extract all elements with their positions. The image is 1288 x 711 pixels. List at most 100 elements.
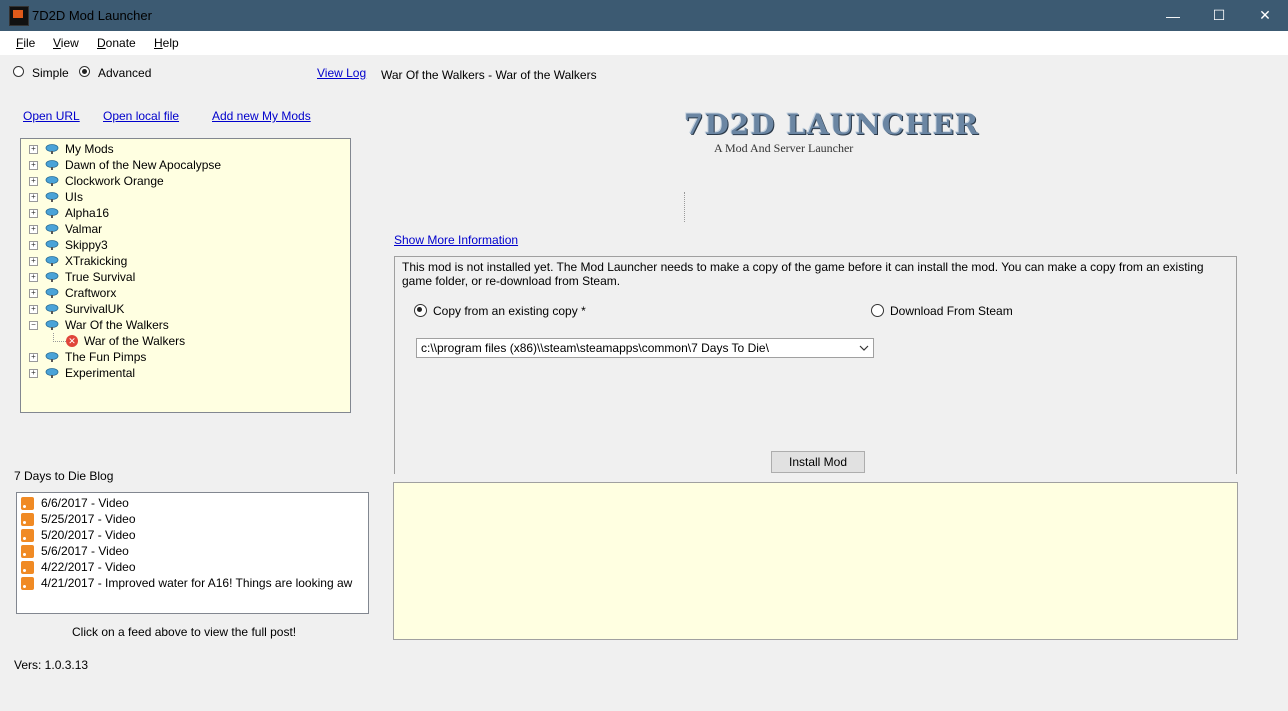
tree-item-label: Valmar — [65, 222, 103, 236]
tree-item-label: SurvivalUK — [65, 302, 125, 316]
tree-item-label: My Mods — [65, 142, 114, 156]
blog-item-label: 4/21/2017 - Improved water for A16! Thin… — [41, 576, 353, 590]
expand-icon[interactable]: + — [29, 257, 38, 266]
mod-tree[interactable]: + My Mods + Dawn of the New Apocalypse + Cloc… — [20, 138, 351, 413]
network-icon — [45, 175, 59, 186]
download-steam-label[interactable]: Download From Steam — [890, 304, 1013, 318]
expand-icon[interactable]: + — [29, 209, 38, 218]
open-local-file-link[interactable]: Open local file — [103, 109, 179, 123]
logo-subtitle: A Mod And Server Launcher — [714, 141, 854, 155]
tree-item-label: War of the Walkers — [84, 334, 186, 348]
tree-item-label: Experimental — [65, 366, 136, 380]
expand-icon[interactable]: + — [29, 161, 38, 170]
rss-icon — [21, 561, 34, 574]
tree-item-label: The Fun Pimps — [65, 350, 147, 364]
network-icon — [45, 239, 59, 250]
launcher-logo: 7D2D LAUNCHER — [684, 108, 980, 141]
tree-item-label: Clockwork Orange — [65, 174, 164, 188]
network-icon — [45, 287, 59, 298]
menu-view[interactable]: View — [53, 36, 79, 50]
download-steam-radio[interactable] — [871, 304, 884, 317]
network-icon — [45, 351, 59, 362]
advanced-label[interactable]: Advanced — [98, 66, 151, 80]
simple-radio[interactable] — [13, 66, 24, 77]
blog-hint: Click on a feed above to view the full p… — [72, 625, 297, 639]
maximize-icon: ☐ — [1212, 7, 1226, 23]
menu-donate[interactable]: Donate — [97, 36, 136, 50]
network-icon — [45, 207, 59, 218]
expand-icon[interactable]: + — [29, 353, 38, 362]
tree-item-label: Craftworx — [65, 286, 117, 300]
chevron-down-icon — [859, 339, 869, 362]
network-icon — [45, 143, 59, 154]
blog-item-label: 5/20/2017 - Video — [41, 528, 136, 542]
app-icon — [9, 6, 29, 26]
menu-bar — [0, 31, 1288, 55]
tree-item-label: True Survival — [65, 270, 136, 284]
copy-existing-label[interactable]: Copy from an existing copy * — [433, 304, 586, 318]
close-button[interactable]: ✕ — [1242, 0, 1288, 31]
install-message: This mod is not installed yet. The Mod L… — [402, 260, 1204, 288]
blog-item-label: 6/6/2017 - Video — [41, 496, 129, 510]
network-icon — [45, 319, 59, 330]
collapse-icon[interactable]: − — [29, 321, 38, 330]
simple-label[interactable]: Simple — [32, 66, 69, 80]
expand-icon[interactable]: + — [29, 145, 38, 154]
show-more-information-link[interactable]: Show More Information — [394, 233, 518, 247]
tree-item-label: Alpha16 — [65, 206, 110, 220]
game-path-select[interactable]: c:\\program files (x86)\\steam\steamapps… — [416, 338, 874, 358]
rss-icon — [21, 577, 34, 590]
blog-list[interactable]: 6/6/2017 - Video 5/25/2017 - Video 5/20/20… — [16, 492, 369, 614]
tree-item-label: Dawn of the New Apocalypse — [65, 158, 222, 172]
expand-icon[interactable]: + — [29, 225, 38, 234]
expand-icon[interactable]: + — [29, 305, 38, 314]
add-new-my-mods-link[interactable]: Add new My Mods — [212, 109, 311, 123]
open-url-link[interactable]: Open URL — [23, 109, 80, 123]
tree-item-label: Skippy3 — [65, 238, 108, 252]
expand-icon[interactable]: + — [29, 273, 38, 282]
blog-item-label: 5/25/2017 - Video — [41, 512, 136, 526]
menu-file[interactable]: File — [16, 36, 35, 50]
expand-icon[interactable]: + — [29, 193, 38, 202]
expand-icon[interactable]: + — [29, 369, 38, 378]
close-icon: ✕ — [1259, 7, 1271, 23]
expand-icon[interactable]: + — [29, 289, 38, 298]
network-icon — [45, 223, 59, 234]
tree-item-label: UIs — [65, 190, 83, 204]
version-label: Vers: 1.0.3.13 — [14, 658, 89, 672]
rss-icon — [21, 529, 34, 542]
rss-icon — [21, 545, 34, 558]
rss-icon — [21, 497, 34, 510]
selected-mod-title: War Of the Walkers - War of the Walkers — [381, 68, 597, 82]
network-icon — [45, 303, 59, 314]
network-icon — [45, 255, 59, 266]
error-icon: ✕ — [66, 335, 78, 347]
install-panel — [394, 256, 1237, 474]
network-icon — [45, 159, 59, 170]
tree-connector — [53, 333, 66, 342]
expand-icon[interactable]: + — [29, 177, 38, 186]
title-bar — [0, 0, 1288, 31]
blog-heading: 7 Days to Die Blog — [14, 469, 114, 483]
network-icon — [45, 191, 59, 202]
view-log-link[interactable]: View Log — [317, 66, 366, 80]
maximize-button[interactable]: ☐ — [1196, 0, 1242, 31]
minimize-button[interactable]: — — [1150, 0, 1196, 31]
tree-item-label: War Of the Walkers — [65, 318, 169, 332]
expand-icon[interactable]: + — [29, 241, 38, 250]
tree-item-label: XTrakicking — [65, 254, 128, 268]
blog-item-label: 5/6/2017 - Video — [41, 544, 129, 558]
window-title: 7D2D Mod Launcher — [32, 8, 152, 23]
network-icon — [45, 271, 59, 282]
menu-help[interactable]: Help — [154, 36, 179, 50]
network-icon — [45, 367, 59, 378]
blog-item-label: 4/22/2017 - Video — [41, 560, 136, 574]
divider — [684, 192, 686, 222]
rss-icon — [21, 513, 34, 526]
minimize-icon: — — [1166, 7, 1180, 24]
game-path-value: c:\\program files (x86)\\steam\steamapps… — [421, 341, 769, 355]
install-mod-button[interactable]: Install Mod — [771, 451, 865, 473]
copy-existing-radio[interactable] — [414, 304, 427, 317]
output-log — [393, 482, 1238, 640]
advanced-radio[interactable] — [79, 66, 90, 77]
